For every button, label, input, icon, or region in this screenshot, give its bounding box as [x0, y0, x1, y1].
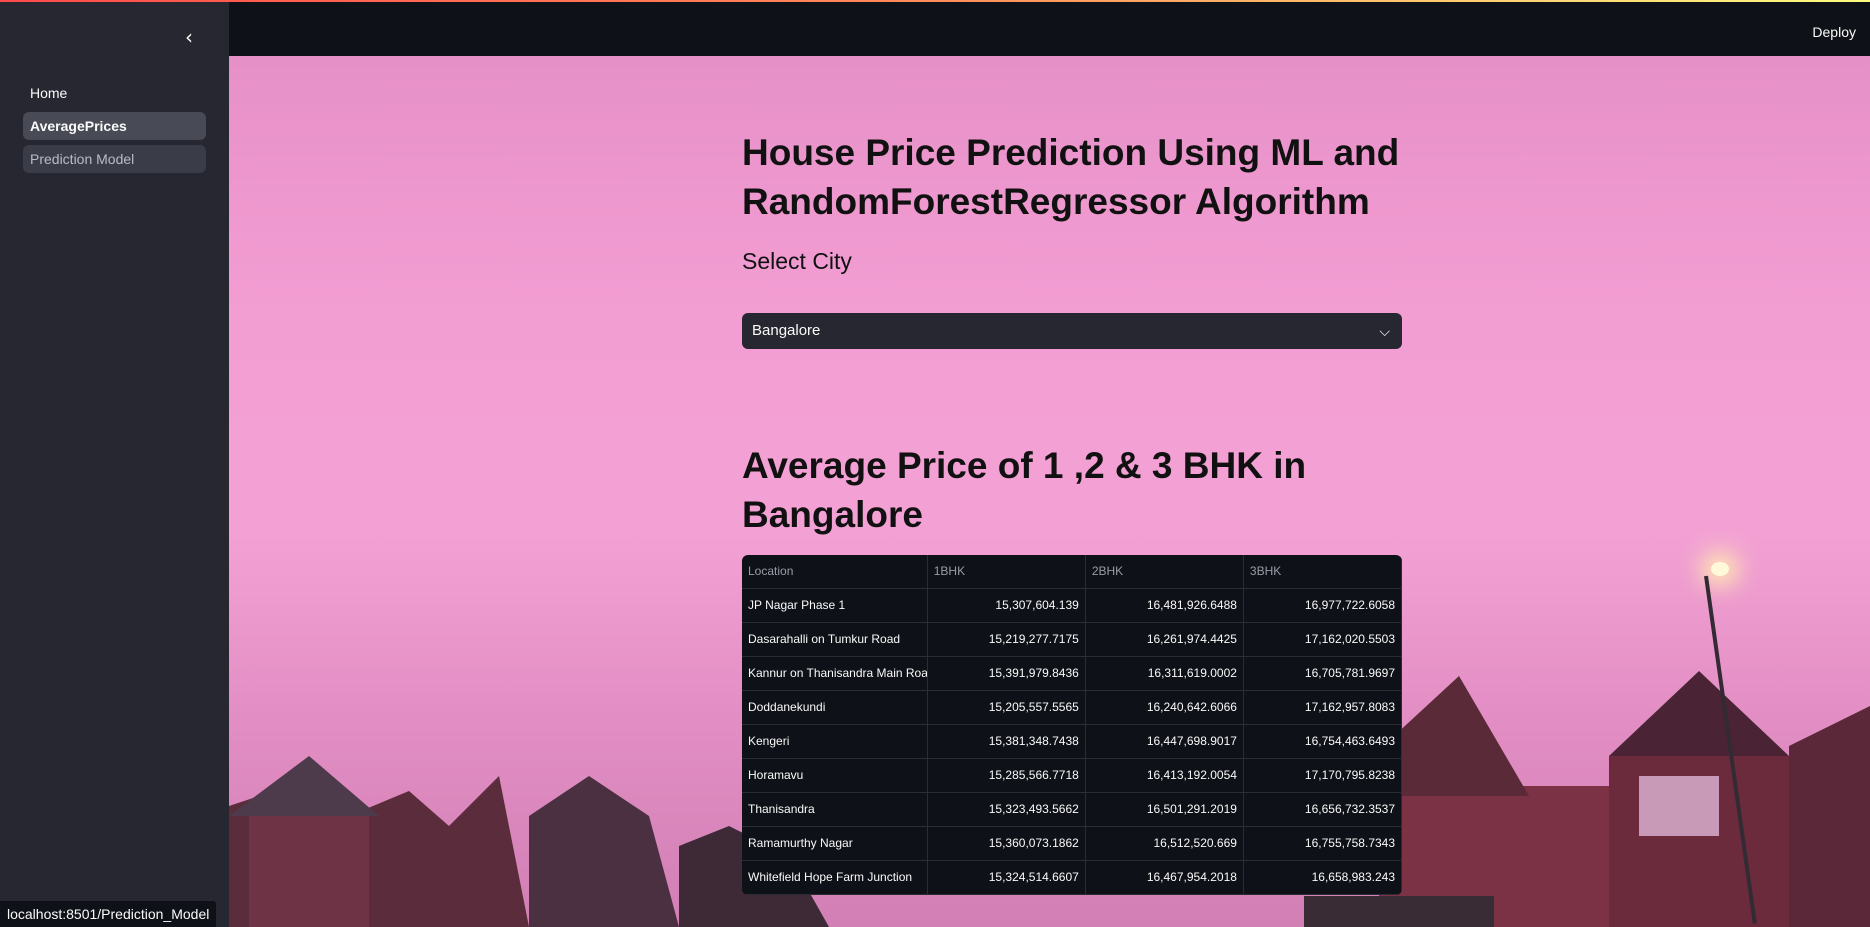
table-cell[interactable]: 16,755,758.7343: [1244, 827, 1402, 860]
column-header[interactable]: 3BHK: [1244, 555, 1402, 588]
table-cell[interactable]: Ramamurthy Nagar: [742, 827, 928, 860]
table-row: Doddanekundi 15,205,557.5565 16,240,642.…: [742, 691, 1402, 725]
table-cell[interactable]: 16,656,732.3537: [1244, 793, 1402, 826]
sidebar-item-prediction-model[interactable]: Prediction Model: [23, 145, 206, 173]
city-select[interactable]: Bangalore ⌵: [742, 313, 1402, 349]
table-cell[interactable]: 16,754,463.6493: [1244, 725, 1402, 758]
table-cell[interactable]: 17,162,957.8083: [1244, 691, 1402, 724]
status-bar-url: localhost:8501/Prediction_Model: [0, 901, 217, 927]
sidebar-item-averageprices[interactable]: AveragePrices: [23, 112, 206, 140]
table-cell[interactable]: 15,323,493.5662: [928, 793, 1086, 826]
table-cell[interactable]: 17,162,020.5503: [1244, 623, 1402, 656]
table-cell[interactable]: 16,240,642.6066: [1086, 691, 1244, 724]
table-cell[interactable]: 16,658,983.243: [1244, 861, 1402, 894]
table-cell[interactable]: 15,205,557.5565: [928, 691, 1086, 724]
table-row: Thanisandra 15,323,493.5662 16,501,291.2…: [742, 793, 1402, 827]
table-cell[interactable]: 16,311,619.0002: [1086, 657, 1244, 690]
table-cell[interactable]: 15,324,514.6607: [928, 861, 1086, 894]
column-header[interactable]: 1BHK: [928, 555, 1086, 588]
table-cell[interactable]: Whitefield Hope Farm Junction: [742, 861, 928, 894]
table-cell[interactable]: Kengeri: [742, 725, 928, 758]
table-row: Whitefield Hope Farm Junction 15,324,514…: [742, 861, 1402, 895]
column-header[interactable]: Location: [742, 555, 928, 588]
table-cell[interactable]: 15,285,566.7718: [928, 759, 1086, 792]
select-city-label: Select City: [742, 248, 852, 274]
table-cell[interactable]: 15,391,979.8436: [928, 657, 1086, 690]
table-cell[interactable]: 16,413,192.0054: [1086, 759, 1244, 792]
table-cell[interactable]: 16,261,974.4425: [1086, 623, 1244, 656]
chevron-left-icon[interactable]: ‹: [178, 26, 200, 48]
top-decoration-bar: [0, 0, 1870, 2]
table-row: Kannur on Thanisandra Main Road 15,391,9…: [742, 657, 1402, 691]
sidebar-nav: Home AveragePrices Prediction Model: [23, 79, 206, 178]
sidebar: ‹ Home AveragePrices Prediction Model: [0, 0, 229, 927]
column-header[interactable]: 2BHK: [1086, 555, 1244, 588]
table-row: Ramamurthy Nagar 15,360,073.1862 16,512,…: [742, 827, 1402, 861]
table-cell[interactable]: Doddanekundi: [742, 691, 928, 724]
street-lamp-light: [1711, 562, 1729, 576]
app-header: Deploy: [229, 2, 1870, 56]
table-cell[interactable]: 16,512,520.669: [1086, 827, 1244, 860]
city-select-value: Bangalore: [752, 322, 821, 339]
table-cell[interactable]: 16,447,698.9017: [1086, 725, 1244, 758]
table-cell[interactable]: Thanisandra: [742, 793, 928, 826]
table-row: JP Nagar Phase 1 15,307,604.139 16,481,9…: [742, 589, 1402, 623]
table-cell[interactable]: 16,467,954.2018: [1086, 861, 1244, 894]
table-cell[interactable]: 15,381,348.7438: [928, 725, 1086, 758]
table-cell[interactable]: JP Nagar Phase 1: [742, 589, 928, 622]
table-cell[interactable]: 16,481,926.6488: [1086, 589, 1244, 622]
table-header-row: Location 1BHK 2BHK 3BHK: [742, 555, 1402, 589]
table-row: Kengeri 15,381,348.7438 16,447,698.9017 …: [742, 725, 1402, 759]
chevron-down-icon[interactable]: ⌵: [1379, 313, 1390, 349]
table-row: Dasarahalli on Tumkur Road 15,219,277.71…: [742, 623, 1402, 657]
table-cell[interactable]: 15,360,073.1862: [928, 827, 1086, 860]
table-cell[interactable]: Horamavu: [742, 759, 928, 792]
table-cell[interactable]: Kannur on Thanisandra Main Road: [742, 657, 928, 690]
table-cell[interactable]: 16,501,291.2019: [1086, 793, 1244, 826]
table-cell[interactable]: 15,219,277.7175: [928, 623, 1086, 656]
deploy-button[interactable]: Deploy: [1812, 24, 1856, 40]
table-cell[interactable]: 16,705,781.9697: [1244, 657, 1402, 690]
main-content: House Price Prediction Using ML and Rand…: [742, 56, 1402, 895]
table-cell[interactable]: 15,307,604.139: [928, 589, 1086, 622]
table-cell[interactable]: 16,977,722.6058: [1244, 589, 1402, 622]
price-table[interactable]: Location 1BHK 2BHK 3BHK JP Nagar Phase 1…: [742, 555, 1402, 895]
table-cell[interactable]: 17,170,795.8238: [1244, 759, 1402, 792]
sidebar-item-home[interactable]: Home: [23, 79, 206, 107]
table-row: Horamavu 15,285,566.7718 16,413,192.0054…: [742, 759, 1402, 793]
table-cell[interactable]: Dasarahalli on Tumkur Road: [742, 623, 928, 656]
page-title: House Price Prediction Using ML and Rand…: [742, 132, 1400, 222]
section-title: Average Price of 1 ,2 & 3 BHK in Bangalo…: [742, 445, 1307, 535]
